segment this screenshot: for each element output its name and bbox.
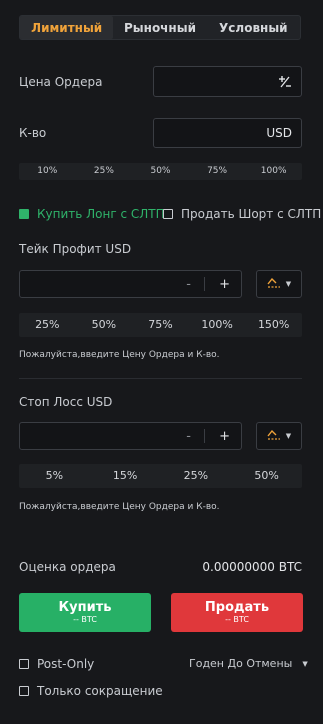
sell-button-label: Продать	[204, 600, 270, 615]
qty-percent-10[interactable]: 10%	[19, 163, 76, 180]
buy-button-label: Купить	[58, 600, 112, 615]
tab-conditional[interactable]: Условный	[207, 16, 300, 39]
buy-long-sltp-checkbox[interactable]: Купить Лонг с СЛТП	[19, 207, 165, 221]
sl-percent-row: 5% 15% 25% 50%	[19, 464, 302, 488]
checkbox-unchecked[interactable]	[163, 209, 173, 219]
trigger-type-icon	[267, 430, 280, 440]
buy-long-sltp-label: Купить Лонг с СЛТП	[37, 207, 165, 221]
chevron-down-icon: ▼	[302, 659, 308, 668]
sl-percent-5[interactable]: 5%	[19, 464, 90, 488]
take-profit-input[interactable]: - +	[19, 270, 242, 298]
stop-loss-input[interactable]: - +	[19, 422, 242, 450]
chevron-down-icon: ▼	[285, 432, 292, 440]
chevron-down-icon: ▼	[285, 280, 292, 288]
tp-percent-100[interactable]: 100%	[189, 313, 246, 337]
qty-unit: USD	[266, 126, 292, 140]
checkbox-unchecked[interactable]	[19, 686, 29, 696]
tp-percent-150[interactable]: 150%	[245, 313, 302, 337]
sell-button-amount: -- BTC	[225, 615, 249, 624]
tp-percent-row: 25% 50% 75% 100% 150%	[19, 313, 302, 337]
sl-percent-15[interactable]: 15%	[90, 464, 161, 488]
order-price-input[interactable]	[153, 66, 302, 97]
tp-percent-50[interactable]: 50%	[76, 313, 133, 337]
reduce-only-checkbox[interactable]: Только сокращение	[19, 684, 163, 698]
order-price-label: Цена Ордера	[19, 75, 103, 89]
sell-short-sltp-checkbox[interactable]: Продать Шорт с СЛТП	[163, 207, 321, 221]
checkbox-unchecked[interactable]	[19, 659, 29, 669]
tp-percent-75[interactable]: 75%	[132, 313, 189, 337]
buy-button[interactable]: Купить -- BTC	[19, 593, 151, 632]
tab-limit[interactable]: Лимитный	[20, 16, 114, 39]
qty-percent-25[interactable]: 25%	[76, 163, 133, 180]
tp-increment-button[interactable]: +	[219, 271, 230, 297]
sl-trigger-dropdown[interactable]: ▼	[256, 422, 302, 450]
sl-stepper-divider	[204, 429, 205, 443]
sl-increment-button[interactable]: +	[219, 423, 230, 449]
buy-button-amount: -- BTC	[73, 615, 97, 624]
sl-decrement-button[interactable]: -	[186, 423, 191, 449]
qty-percent-50[interactable]: 50%	[132, 163, 189, 180]
tp-trigger-dropdown[interactable]: ▼	[256, 270, 302, 298]
order-estimate-label: Оценка ордера	[19, 560, 116, 574]
post-only-label: Post-Only	[37, 657, 95, 671]
tp-hint: Пожалуйста,введите Цену Ордера и К-во.	[19, 350, 220, 360]
tp-percent-25[interactable]: 25%	[19, 313, 76, 337]
qty-percent-75[interactable]: 75%	[189, 163, 246, 180]
qty-label: К-во	[19, 126, 47, 140]
order-panel: Лимитный Рыночный Условный Цена Ордера К…	[0, 0, 323, 724]
tp-decrement-button[interactable]: -	[186, 271, 191, 297]
sl-percent-25[interactable]: 25%	[161, 464, 232, 488]
checkbox-checked[interactable]	[19, 209, 29, 219]
order-type-tabs: Лимитный Рыночный Условный	[19, 15, 301, 40]
stop-loss-label: Стоп Лосс USD	[19, 395, 113, 409]
plus-minus-icon[interactable]	[278, 67, 292, 96]
time-in-force-value: Годен До Отмены	[189, 657, 293, 670]
sl-percent-50[interactable]: 50%	[231, 464, 302, 488]
qty-percent-100[interactable]: 100%	[245, 163, 302, 180]
post-only-checkbox[interactable]: Post-Only	[19, 657, 94, 671]
sl-hint: Пожалуйста,введите Цену Ордера и К-во.	[19, 502, 220, 512]
qty-input[interactable]: USD	[153, 118, 302, 148]
sell-short-sltp-label: Продать Шорт с СЛТП	[181, 207, 322, 221]
order-estimate-value: 0.00000000 BTC	[202, 560, 302, 574]
take-profit-label: Тейк Профит USD	[19, 242, 132, 256]
time-in-force-dropdown[interactable]: Годен До Отмены ▼	[189, 657, 308, 670]
tab-market[interactable]: Рыночный	[113, 16, 206, 39]
qty-percent-row: 10% 25% 50% 75% 100%	[19, 163, 302, 180]
sell-button[interactable]: Продать -- BTC	[171, 593, 303, 632]
reduce-only-label: Только сокращение	[37, 684, 163, 698]
tp-stepper-divider	[204, 277, 205, 291]
trigger-type-icon	[267, 278, 280, 288]
section-divider	[19, 378, 302, 379]
